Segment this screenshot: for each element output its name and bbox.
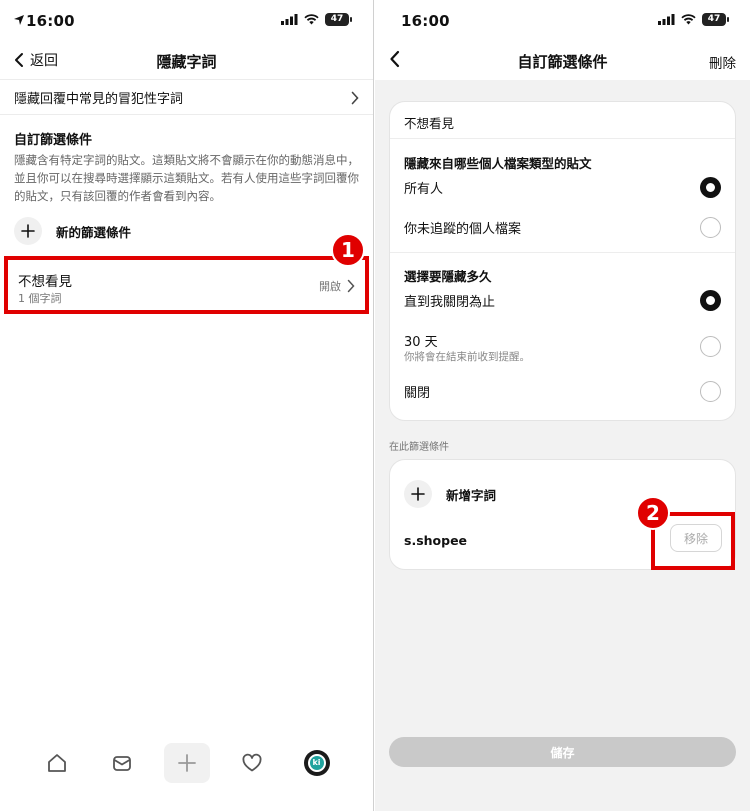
home-icon: [47, 754, 66, 772]
custom-filters-heading: 自訂篩選條件: [14, 133, 93, 148]
cellular-signal-icon: [658, 14, 675, 25]
plus-icon: [14, 217, 42, 245]
hide-offensive-words-row[interactable]: 隱藏回覆中常見的冒犯性字詞: [0, 81, 373, 115]
page-title: 自訂篩選條件: [517, 53, 608, 71]
radio-until-off[interactable]: [700, 290, 721, 311]
left-phone-screen: 16:00 47 返回 隱藏字詞 隱藏回覆中常見的冒犯性字詞 自訂篩選條件 隱藏…: [0, 0, 374, 811]
tab-activity[interactable]: [229, 743, 275, 783]
filter-name: 不想看見: [404, 116, 455, 131]
status-bar: 16:00 47: [375, 0, 750, 42]
tab-home[interactable]: [34, 743, 80, 783]
hide-offensive-words-label: 隱藏回覆中常見的冒犯性字詞: [14, 92, 184, 107]
duration-heading: 選擇要隱藏多久: [404, 269, 492, 284]
tab-inbox[interactable]: [99, 743, 145, 783]
option-everyone-label: 所有人: [404, 182, 444, 197]
option-not-following[interactable]: 你未追蹤的個人檔案: [404, 217, 721, 238]
avatar: ki: [303, 750, 330, 776]
filter-item[interactable]: 不想看見 1 個字詞 開啟: [4, 256, 369, 314]
location-arrow-icon: [14, 15, 24, 25]
option-not-following-label: 你未追蹤的個人檔案: [404, 222, 522, 237]
radio-30-days[interactable]: [700, 336, 721, 357]
profile-type-heading: 隱藏來自哪些個人檔案類型的貼文: [404, 156, 592, 171]
step-marker-1: 1: [331, 233, 365, 267]
filter-settings-card: 不想看見 隱藏來自哪些個人檔案類型的貼文 所有人 你未追蹤的個人檔案 選擇要隱藏…: [389, 101, 736, 421]
custom-filters-description: 隱藏含有特定字詞的貼文。這類貼文將不會顯示在你的動態消息中，並且你可以在搜尋時選…: [14, 153, 359, 203]
option-30-days-note: 你將會在結束前收到提醒。: [404, 351, 530, 363]
chevron-right-icon: [347, 279, 355, 293]
add-word-button[interactable]: 新增字詞: [404, 480, 496, 508]
option-until-off-label: 直到我關閉為止: [404, 295, 496, 310]
inbox-icon: [112, 756, 131, 771]
nav-bar: 自訂篩選條件 刪除: [375, 42, 750, 80]
nav-bar: 返回 隱藏字詞: [0, 42, 373, 80]
tab-create[interactable]: [163, 743, 210, 783]
option-off[interactable]: 關閉: [404, 381, 721, 402]
page-title: 隱藏字詞: [156, 53, 217, 71]
radio-not-following[interactable]: [700, 217, 721, 238]
filter-status-label: 開啟: [319, 280, 341, 293]
add-word-label: 新增字詞: [446, 487, 497, 503]
new-filter-label: 新的篩選條件: [56, 224, 132, 240]
option-everyone[interactable]: 所有人: [404, 177, 721, 198]
wifi-icon: [681, 14, 696, 25]
divider: [390, 138, 735, 139]
status-icons: 47: [14, 13, 352, 26]
divider: [390, 252, 735, 253]
plus-icon: [404, 480, 432, 508]
status-time: 16:00: [401, 12, 450, 30]
avatar-logo: ki: [307, 754, 326, 772]
delete-button[interactable]: 刪除: [709, 52, 736, 72]
battery-icon: 47: [325, 13, 352, 26]
chevron-right-icon: [351, 91, 359, 104]
tab-profile[interactable]: ki: [294, 743, 340, 783]
status-icons: 47: [658, 13, 729, 26]
option-off-label: 關閉: [404, 386, 431, 401]
heart-icon: [242, 753, 261, 772]
cellular-signal-icon: [281, 14, 298, 25]
filter-name: 不想看見: [18, 274, 72, 290]
plus-icon: [177, 754, 196, 772]
filter-status: 開啟: [319, 278, 355, 294]
new-filter-button[interactable]: 新的篩選條件: [14, 217, 131, 245]
status-bar: 16:00 47: [0, 0, 373, 42]
bottom-tab-bar: ki: [0, 740, 373, 786]
status-time: 16:00: [26, 12, 75, 30]
word-item: s.shopee: [404, 533, 468, 548]
option-until-off[interactable]: 直到我關閉為止: [404, 290, 721, 311]
step-marker-2: 2: [636, 496, 670, 530]
option-30-days-label: 30 天: [404, 335, 438, 350]
filter-word-count: 1 個字詞: [18, 292, 62, 305]
battery-icon: 47: [702, 13, 729, 26]
radio-everyone[interactable]: [700, 177, 721, 198]
save-button[interactable]: 儲存: [389, 737, 736, 767]
radio-off[interactable]: [700, 381, 721, 402]
words-section-label: 在此篩選條件: [389, 442, 449, 453]
wifi-icon: [304, 14, 319, 25]
